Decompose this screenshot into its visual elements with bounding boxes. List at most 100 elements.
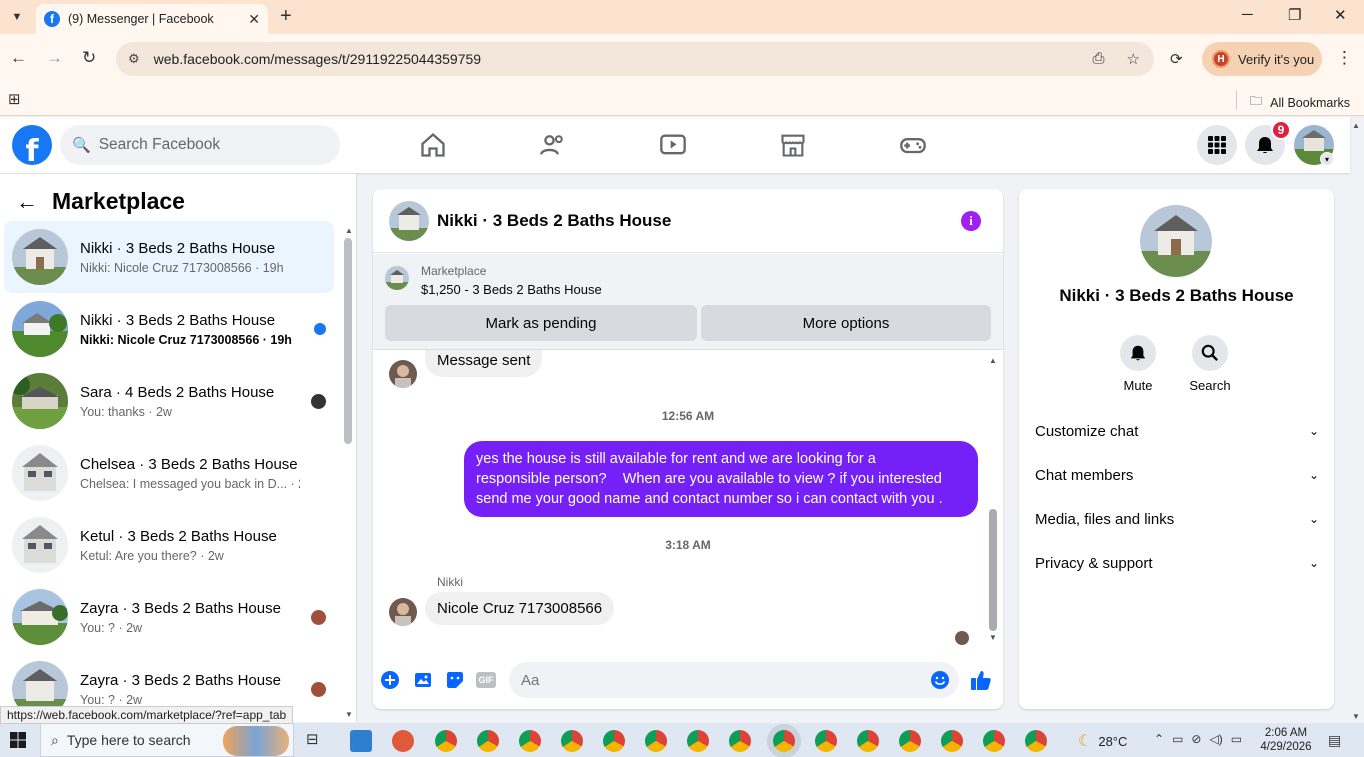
more-options-button[interactable]: More options (701, 305, 991, 341)
chat-header[interactable]: Nikki · 3 Beds 2 Baths House i (373, 189, 1003, 253)
windows-start-icon[interactable] (10, 732, 26, 748)
chat-scrollbar[interactable] (989, 509, 997, 631)
chrome-icon[interactable] (941, 730, 963, 752)
conversation-info-panel: Nikki · 3 Beds 2 Baths House Mute Search… (1019, 189, 1334, 709)
photo-icon[interactable] (413, 669, 435, 691)
contact-avatar[interactable] (1140, 205, 1212, 277)
like-thumbs-up-icon[interactable] (969, 669, 993, 691)
install-app-icon[interactable]: ⎙ (1093, 50, 1105, 68)
bell-icon (1257, 137, 1273, 154)
conversation-item[interactable]: Zayra · 3 Beds 2 Baths House You: ? · 2w (4, 581, 334, 653)
emoji-icon[interactable] (929, 669, 951, 691)
chevron-up-icon[interactable]: ⌃ (1154, 732, 1164, 746)
message-bubble-outgoing[interactable]: yes the house is still available for ren… (464, 441, 978, 517)
back-arrow-icon[interactable]: ← (16, 189, 38, 215)
system-clock[interactable]: 2:06 AM 4/29/2026 (1256, 726, 1316, 754)
file-explorer-icon[interactable] (350, 730, 372, 752)
chrome-icon[interactable] (815, 730, 837, 752)
message-bubble-incoming[interactable]: Message sent (425, 350, 543, 377)
mark-as-pending-button[interactable]: Mark as pending (385, 305, 697, 341)
browser-tab[interactable]: f (9) Messenger | Facebook ✕ (36, 4, 268, 34)
conversation-item[interactable]: Chelsea · 3 Beds 2 Baths House Chelsea: … (4, 437, 334, 509)
gaming-icon[interactable] (899, 131, 927, 159)
chrome-icon[interactable] (729, 730, 751, 752)
home-icon[interactable] (419, 131, 447, 159)
media-files-links-section[interactable]: Media, files and links ⌄ (1035, 497, 1319, 541)
verify-profile-button[interactable]: H Verify it's you (1202, 42, 1322, 76)
chrome-icon-active[interactable] (773, 730, 795, 752)
message-bubble-incoming[interactable]: Nicole Cruz 7173008566 (425, 592, 615, 625)
conversation-item[interactable]: Nikki · 3 Beds 2 Baths House Nikki: Nico… (4, 221, 334, 293)
listing-thumbnail[interactable] (385, 266, 409, 290)
apps-grid-icon[interactable]: ⊞ (8, 90, 21, 108)
conversation-item[interactable]: Nikki · 3 Beds 2 Baths House Nikki: Nico… (4, 293, 334, 365)
tab-close-icon[interactable]: ✕ (248, 11, 260, 28)
new-tab-icon[interactable]: + (280, 5, 292, 28)
menu-grid-button[interactable] (1197, 125, 1237, 165)
read-receipt-avatar (955, 631, 969, 645)
site-info-icon[interactable]: ⚙ (128, 51, 140, 67)
marketplace-icon[interactable] (779, 131, 807, 159)
search-action[interactable]: Search (1182, 335, 1238, 393)
app-icon[interactable] (392, 730, 414, 752)
chat-scroll-down-icon[interactable]: ▼ (989, 633, 997, 642)
chrome-icon[interactable] (561, 730, 583, 752)
minimize-icon[interactable]: ─ (1242, 6, 1253, 23)
sticker-icon[interactable] (444, 669, 466, 691)
back-icon[interactable]: ← (10, 48, 27, 68)
list-scroll-down-icon[interactable]: ▼ (345, 710, 353, 719)
chrome-icon[interactable] (983, 730, 1005, 752)
mute-action[interactable]: Mute (1110, 335, 1166, 393)
task-view-icon[interactable]: ⊟ (306, 730, 328, 752)
gif-icon[interactable]: GIF (475, 669, 497, 691)
chrome-icon[interactable] (687, 730, 709, 752)
plus-icon[interactable] (379, 669, 401, 691)
list-scrollbar[interactable] (344, 238, 352, 444)
chrome-icon[interactable] (435, 730, 457, 752)
weather-widget[interactable]: ☾ 28°C (1078, 731, 1127, 751)
conversation-item[interactable]: Ketul · 3 Beds 2 Baths House Ketul: Are … (4, 509, 334, 581)
page-scroll-up-icon[interactable]: ▲ (1352, 121, 1360, 130)
chrome-icon[interactable] (1025, 730, 1047, 752)
chrome-icon[interactable] (519, 730, 541, 752)
list-scroll-up-icon[interactable]: ▲ (345, 226, 353, 235)
marketplace-title: Marketplace (52, 188, 185, 214)
customize-chat-section[interactable]: Customize chat ⌄ (1035, 409, 1319, 453)
friends-icon[interactable] (539, 131, 567, 159)
chrome-icon[interactable] (477, 730, 499, 752)
forward-icon[interactable]: → (46, 48, 63, 68)
chrome-icon[interactable] (899, 730, 921, 752)
info-icon[interactable]: i (961, 211, 981, 231)
message-input[interactable] (509, 662, 959, 698)
video-icon[interactable] (659, 131, 687, 159)
listing-title[interactable]: $1,250 - 3 Beds 2 Baths House (421, 282, 602, 297)
browser-menu-icon[interactable]: ⋮ (1336, 48, 1353, 68)
all-bookmarks-button[interactable]: 🗀 All Bookmarks (1250, 92, 1350, 113)
volume-icon[interactable]: ◁) (1209, 732, 1222, 746)
mute-button[interactable] (1120, 335, 1156, 371)
notification-center-icon[interactable]: ▤ (1328, 732, 1341, 749)
facebook-search-input[interactable]: 🔍 Search Facebook (60, 125, 340, 165)
chat-members-section[interactable]: Chat members ⌄ (1035, 453, 1319, 497)
chrome-icon[interactable] (857, 730, 879, 752)
account-caret-icon[interactable]: ▾ (1320, 152, 1334, 166)
device-icon[interactable]: ▭ (1172, 732, 1183, 746)
page-scroll-down-icon[interactable]: ▼ (1352, 712, 1360, 721)
window-close-icon[interactable]: ✕ (1334, 6, 1347, 24)
restore-icon[interactable]: ❐ (1288, 6, 1301, 24)
bookmark-star-icon[interactable]: ☆ (1127, 50, 1140, 68)
facebook-logo-icon[interactable]: f (12, 125, 52, 165)
taskbar-search-input[interactable]: ⌕ Type here to search (40, 723, 294, 757)
extension-icon[interactable]: ⟳ (1170, 50, 1183, 68)
privacy-support-section[interactable]: Privacy & support ⌄ (1035, 541, 1319, 585)
conversation-item[interactable]: Sara · 4 Beds 2 Baths House You: thanks … (4, 365, 334, 437)
url-bar[interactable]: ⚙ web.facebook.com/messages/t/2911922504… (116, 42, 1154, 76)
display-icon[interactable]: ▭ (1231, 732, 1242, 746)
search-button[interactable] (1192, 335, 1228, 371)
chat-scroll-up-icon[interactable]: ▲ (989, 356, 997, 365)
chrome-icon[interactable] (645, 730, 667, 752)
tab-search-icon[interactable]: ▼ (6, 6, 28, 28)
chrome-icon[interactable] (603, 730, 625, 752)
network-icon[interactable]: ⊘ (1191, 732, 1201, 746)
reload-icon[interactable]: ↻ (82, 48, 96, 68)
